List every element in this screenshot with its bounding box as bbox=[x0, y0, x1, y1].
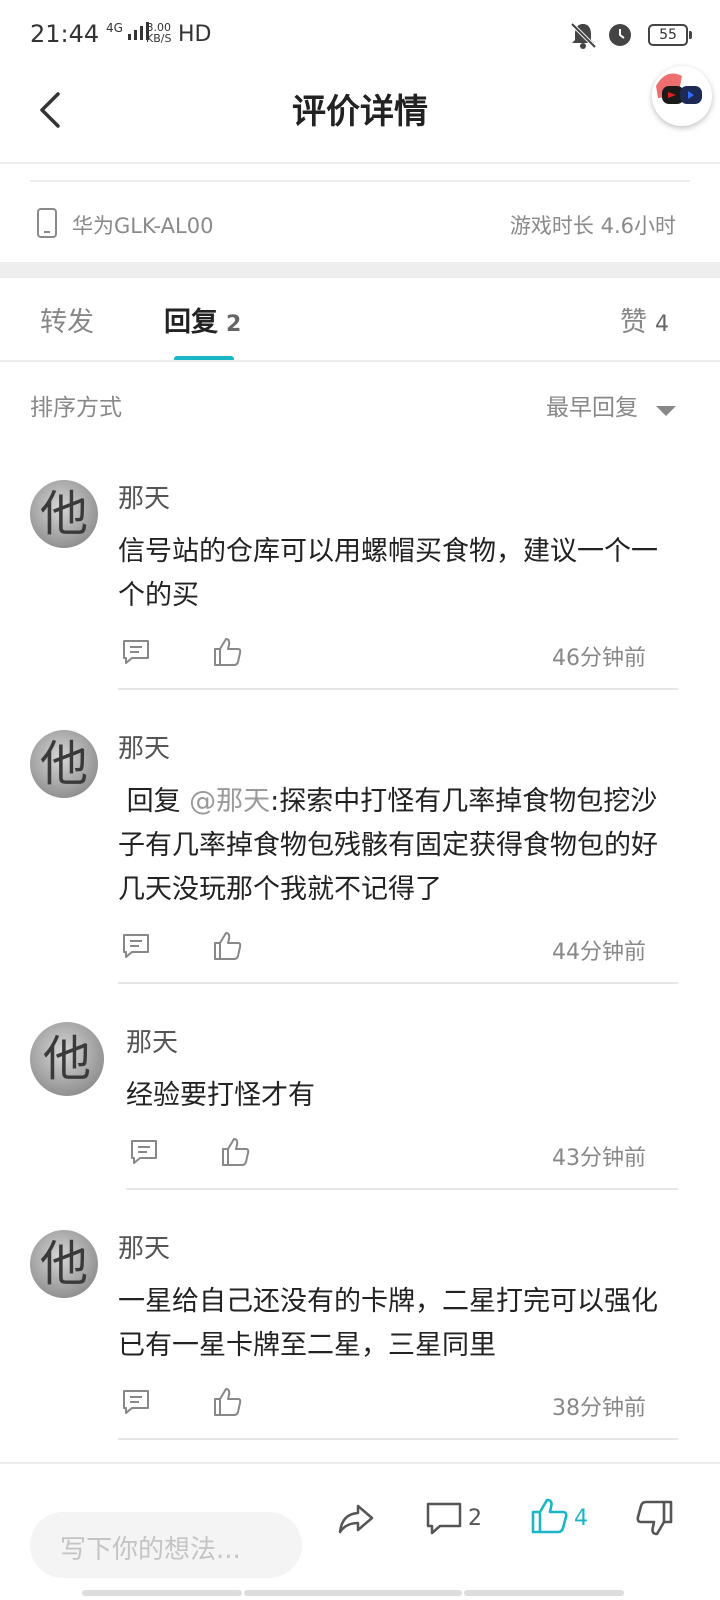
comment-username[interactable]: 那天 bbox=[118, 1228, 170, 1265]
tab-replies-label: 回复 bbox=[164, 307, 218, 338]
thumbs-up-icon[interactable] bbox=[220, 1136, 252, 1168]
phone-icon bbox=[37, 208, 57, 238]
avatar-glyph: 他 bbox=[42, 1031, 91, 1087]
comment-input-placeholder: 写下你的想法... bbox=[60, 1535, 241, 1565]
comment-text: 一星给自己还没有的卡牌，二星打完可以强化已有一星卡牌至二星，三星同里 bbox=[118, 1286, 658, 1361]
reply-icon[interactable] bbox=[120, 930, 152, 962]
tab-replies-count: 2 bbox=[226, 312, 242, 337]
avatar-glyph: 他 bbox=[39, 1236, 88, 1292]
sort-dropdown[interactable]: 最早回复 bbox=[546, 388, 638, 422]
comment-username[interactable]: 那天 bbox=[118, 478, 170, 515]
nav-gesture-bar bbox=[464, 1590, 624, 1596]
header-divider bbox=[0, 162, 720, 164]
thumbs-up-icon[interactable] bbox=[212, 636, 244, 668]
tab-likes-label: 赞 bbox=[620, 307, 647, 338]
reply-icon[interactable] bbox=[120, 1386, 152, 1418]
tab-forward-label: 转发 bbox=[40, 307, 94, 338]
thumbs-up-icon[interactable] bbox=[212, 930, 244, 962]
speed-unit: KB/S bbox=[146, 32, 172, 45]
content-divider bbox=[30, 180, 690, 182]
play-time: 游戏时长 4.6小时 bbox=[509, 214, 676, 238]
network-indicator: 4G bbox=[106, 21, 149, 40]
comment-username[interactable]: 那天 bbox=[118, 728, 170, 765]
comment-icon[interactable] bbox=[424, 1498, 464, 1538]
comment-divider bbox=[118, 688, 678, 690]
mention-link[interactable]: @那天 bbox=[189, 786, 270, 817]
avatar-glyph: 他 bbox=[39, 736, 88, 792]
reply-icon[interactable] bbox=[128, 1136, 160, 1168]
comment-username[interactable]: 那天 bbox=[126, 1022, 178, 1059]
thumbs-up-icon[interactable] bbox=[212, 1386, 244, 1418]
battery-indicator: 55 bbox=[648, 24, 692, 46]
device-model: 华为GLK-AL00 bbox=[72, 214, 214, 238]
status-bar: 21:44 4G 3.00 KB/S HD 55 bbox=[0, 0, 720, 70]
avatar[interactable]: 他 bbox=[30, 730, 98, 798]
comment-divider bbox=[126, 1188, 678, 1190]
page-title: 评价详情 bbox=[292, 92, 428, 132]
hd-indicator: HD bbox=[178, 22, 212, 47]
reply-icon[interactable] bbox=[120, 636, 152, 668]
comment-time: 44分钟前 bbox=[552, 940, 646, 965]
network-type: 4G bbox=[106, 21, 123, 35]
nav-gesture-bar bbox=[82, 1590, 242, 1596]
comment-text: 经验要打怪才有 bbox=[126, 1080, 315, 1111]
avatar[interactable]: 他 bbox=[30, 1022, 104, 1096]
sort-label: 排序方式 bbox=[30, 395, 122, 421]
reply-prefix: 回复 bbox=[118, 786, 190, 817]
avatar[interactable]: 他 bbox=[30, 1230, 98, 1298]
assistant-logo-icon bbox=[652, 66, 712, 126]
thumbs-up-active-icon[interactable] bbox=[530, 1496, 570, 1536]
tab-likes[interactable]: 赞4 bbox=[620, 300, 669, 339]
like-count: 4 bbox=[574, 1506, 588, 1531]
avatar-glyph: 他 bbox=[39, 486, 88, 542]
tab-forward[interactable]: 转发 bbox=[40, 300, 94, 339]
tab-likes-count: 4 bbox=[655, 312, 669, 337]
avatar[interactable]: 他 bbox=[30, 480, 98, 548]
tabs-divider bbox=[0, 360, 720, 362]
network-speed: 3.00 KB/S bbox=[146, 22, 171, 44]
comment-text: 信号站的仓库可以用螺帽买食物，建议一个一个的买 bbox=[118, 536, 658, 611]
comment-time: 46分钟前 bbox=[552, 646, 646, 671]
section-separator bbox=[0, 262, 720, 278]
thumbs-down-icon[interactable] bbox=[634, 1498, 674, 1538]
caret-down-icon[interactable] bbox=[656, 406, 676, 416]
comment-text: 回复 @那天:探索中打怪有几率掉食物包挖沙子有几率掉食物包残骸有固定获得食物包的… bbox=[118, 780, 678, 912]
comment-count: 2 bbox=[468, 1506, 482, 1531]
alarm-icon bbox=[609, 24, 631, 46]
comment-divider bbox=[118, 982, 678, 984]
comment-time: 43分钟前 bbox=[552, 1146, 646, 1171]
comment-time: 38分钟前 bbox=[552, 1396, 646, 1421]
tab-replies[interactable]: 回复 2 bbox=[164, 300, 241, 339]
nav-gesture-bar bbox=[244, 1590, 462, 1596]
mute-bell-icon bbox=[570, 22, 597, 49]
comment-divider bbox=[118, 1438, 678, 1440]
status-time: 21:44 bbox=[30, 20, 100, 48]
floating-assistant-button[interactable] bbox=[652, 66, 712, 126]
share-icon[interactable] bbox=[336, 1498, 376, 1538]
bottom-bar-divider bbox=[0, 1462, 720, 1464]
